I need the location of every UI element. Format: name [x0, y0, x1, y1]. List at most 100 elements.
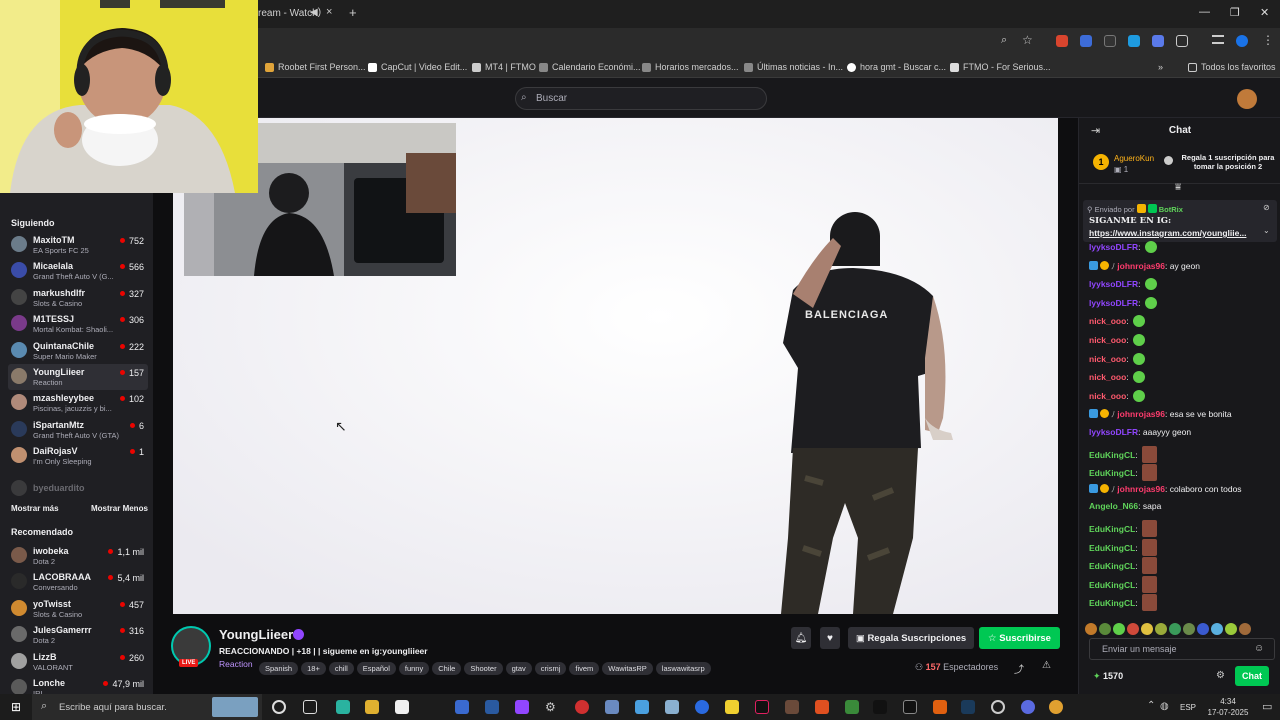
- show-less-link[interactable]: Mostrar Menos: [91, 504, 148, 513]
- sticky-notes-icon[interactable]: [725, 700, 739, 714]
- sidebar-channel[interactable]: yoTwisst Slots & Casino 457: [8, 596, 148, 622]
- tab-title[interactable]: ream - Watch: [258, 8, 318, 19]
- emote-icon[interactable]: [1085, 623, 1097, 635]
- chat-username[interactable]: EduKingCL: [1089, 580, 1135, 590]
- stream-tag[interactable]: chill: [328, 662, 354, 675]
- emote-picker-icon[interactable]: ☺: [1254, 643, 1264, 654]
- chat-username[interactable]: lyyksoDLFR: [1089, 427, 1138, 437]
- bookmark-item[interactable]: Horarios mercados...: [642, 62, 739, 72]
- emote-icon[interactable]: [1211, 623, 1223, 635]
- chat-username[interactable]: johnrojas96: [1117, 409, 1165, 419]
- chat-username[interactable]: johnrojas96: [1117, 484, 1165, 494]
- stream-tag[interactable]: Shooter: [464, 662, 503, 675]
- file-explorer-icon[interactable]: [365, 700, 379, 714]
- bookmark-item[interactable]: Últimas noticias - In...: [744, 62, 843, 72]
- extension-red-icon[interactable]: [1056, 35, 1068, 47]
- chat-username[interactable]: EduKingCL: [1089, 561, 1135, 571]
- twitch-icon[interactable]: [515, 700, 529, 714]
- sidebar-channel[interactable]: Micaelala Grand Theft Auto V (G... 566: [8, 258, 148, 284]
- discord-icon[interactable]: [1021, 700, 1035, 714]
- chat-username[interactable]: EduKingCL: [1089, 524, 1135, 534]
- emote-icon[interactable]: [1169, 623, 1181, 635]
- opera-icon[interactable]: [575, 700, 589, 714]
- app-icon[interactable]: [785, 700, 799, 714]
- emote-icon[interactable]: [1197, 623, 1209, 635]
- extension-blue-icon[interactable]: [1128, 35, 1140, 47]
- unpin-icon[interactable]: ⊘: [1263, 203, 1270, 212]
- stream-tag[interactable]: Chile: [432, 662, 462, 675]
- windows-start-icon[interactable]: ⊞: [11, 700, 21, 714]
- show-more-link[interactable]: Mostrar más: [11, 504, 59, 513]
- clock[interactable]: 4:34 17-07-2025: [1202, 696, 1254, 718]
- settings-gear-icon[interactable]: ⚙: [545, 700, 559, 714]
- emote-icon[interactable]: [1141, 623, 1153, 635]
- emote-icon[interactable]: [1183, 623, 1195, 635]
- report-warning-icon[interactable]: ⚠: [1042, 660, 1051, 671]
- chat-username[interactable]: EduKingCL: [1089, 598, 1135, 608]
- chat-username[interactable]: EduKingCL: [1089, 468, 1135, 478]
- bookmark-item[interactable]: Calendario Económi...: [539, 62, 641, 72]
- close-tab-icon[interactable]: ×: [326, 6, 332, 18]
- channel-points[interactable]: ✦ 1570: [1093, 671, 1123, 682]
- chat-username[interactable]: nick_ooo: [1089, 354, 1126, 364]
- stream-tag[interactable]: 18+: [301, 662, 326, 675]
- search-input[interactable]: Buscar: [515, 87, 767, 110]
- extension-dark-icon[interactable]: [1104, 35, 1116, 47]
- chat-filter-icon[interactable]: ⩸: [1175, 182, 1181, 193]
- chat-username[interactable]: EduKingCL: [1089, 450, 1135, 460]
- media-control-icon[interactable]: [1212, 35, 1224, 44]
- sidebar-channel[interactable]: mzashleyybee Piscinas, jacuzzis y bi... 10…: [8, 390, 148, 416]
- globe-icon[interactable]: ◍: [1160, 701, 1169, 712]
- subscribe-button[interactable]: ☆ Suscribirse: [979, 627, 1060, 649]
- chat-username[interactable]: nick_ooo: [1089, 372, 1126, 382]
- stream-tag[interactable]: funny: [398, 662, 430, 675]
- restore-window-icon[interactable]: ❐: [1230, 6, 1240, 19]
- sidebar-channel[interactable]: M1TESSJ Mortal Kombat: Shaoli... 306: [8, 311, 148, 337]
- emote-icon[interactable]: [1155, 623, 1167, 635]
- chat-username[interactable]: EduKingCL: [1089, 543, 1135, 553]
- chat-username[interactable]: nick_ooo: [1089, 335, 1126, 345]
- obs-icon[interactable]: [991, 700, 1005, 714]
- user-avatar[interactable]: [1237, 89, 1257, 109]
- emote-icon[interactable]: [1225, 623, 1237, 635]
- chat-username[interactable]: lyyksoDLFR: [1089, 298, 1138, 308]
- emote-icon[interactable]: [1099, 623, 1111, 635]
- notepad-icon[interactable]: [395, 700, 409, 714]
- task-view-icon[interactable]: [303, 700, 317, 714]
- tiktok-icon[interactable]: [755, 700, 769, 714]
- share-icon[interactable]: ⤴: [1014, 661, 1024, 676]
- minecraft-icon[interactable]: [845, 700, 859, 714]
- bookmark-item[interactable]: MT4 | FTMO: [472, 62, 536, 72]
- zoom-icon[interactable]: [695, 700, 709, 714]
- pinned-link[interactable]: https://www.instagram.com/youngliie...: [1089, 228, 1246, 238]
- cortana-icon[interactable]: [272, 700, 286, 714]
- profile-avatar-icon[interactable]: [1236, 35, 1248, 47]
- chat-username[interactable]: lyyksoDLFR: [1089, 279, 1138, 289]
- stream-tag[interactable]: fivem: [569, 662, 600, 675]
- extensions-puzzle-icon[interactable]: [1176, 35, 1188, 47]
- stream-category-link[interactable]: Reaction: [219, 659, 253, 669]
- translate-extension-icon[interactable]: [1080, 35, 1092, 47]
- taskbar-search[interactable]: ⌕ Escribe aquí para buscar.: [32, 694, 262, 720]
- stream-tag[interactable]: Spanish: [259, 662, 299, 675]
- emote-icon[interactable]: [1239, 623, 1251, 635]
- network-icon[interactable]: ⌃: [1147, 700, 1155, 711]
- browser-menu-icon[interactable]: ⋮: [1262, 33, 1274, 47]
- chat-username[interactable]: johnrojas96: [1117, 261, 1165, 271]
- sidebar-channel[interactable]: JulesGamerrr Dota 2 316: [8, 622, 148, 648]
- leader-name[interactable]: AgueroKun: [1114, 154, 1154, 163]
- sidebar-channel[interactable]: iSpartanMtz Grand Theft Auto V (GTA) 6: [8, 417, 148, 443]
- bookmark-item[interactable]: CapCut | Video Edit...: [368, 62, 467, 72]
- bookmark-star-icon[interactable]: ☆: [1022, 33, 1033, 47]
- sidebar-channel-offline[interactable]: byeduardito: [8, 476, 148, 502]
- stream-tag[interactable]: crismj: [534, 662, 567, 675]
- app-icon[interactable]: [336, 700, 350, 714]
- emote-bar[interactable]: [1083, 623, 1277, 635]
- new-tab-button[interactable]: +: [349, 5, 357, 20]
- close-window-icon[interactable]: ✕: [1260, 6, 1269, 19]
- app-icon[interactable]: [455, 700, 469, 714]
- steam-icon[interactable]: [961, 700, 975, 714]
- chat-username[interactable]: Angelo_N66: [1089, 501, 1138, 511]
- language-indicator[interactable]: ESP: [1180, 703, 1196, 712]
- brave-icon[interactable]: [815, 700, 829, 714]
